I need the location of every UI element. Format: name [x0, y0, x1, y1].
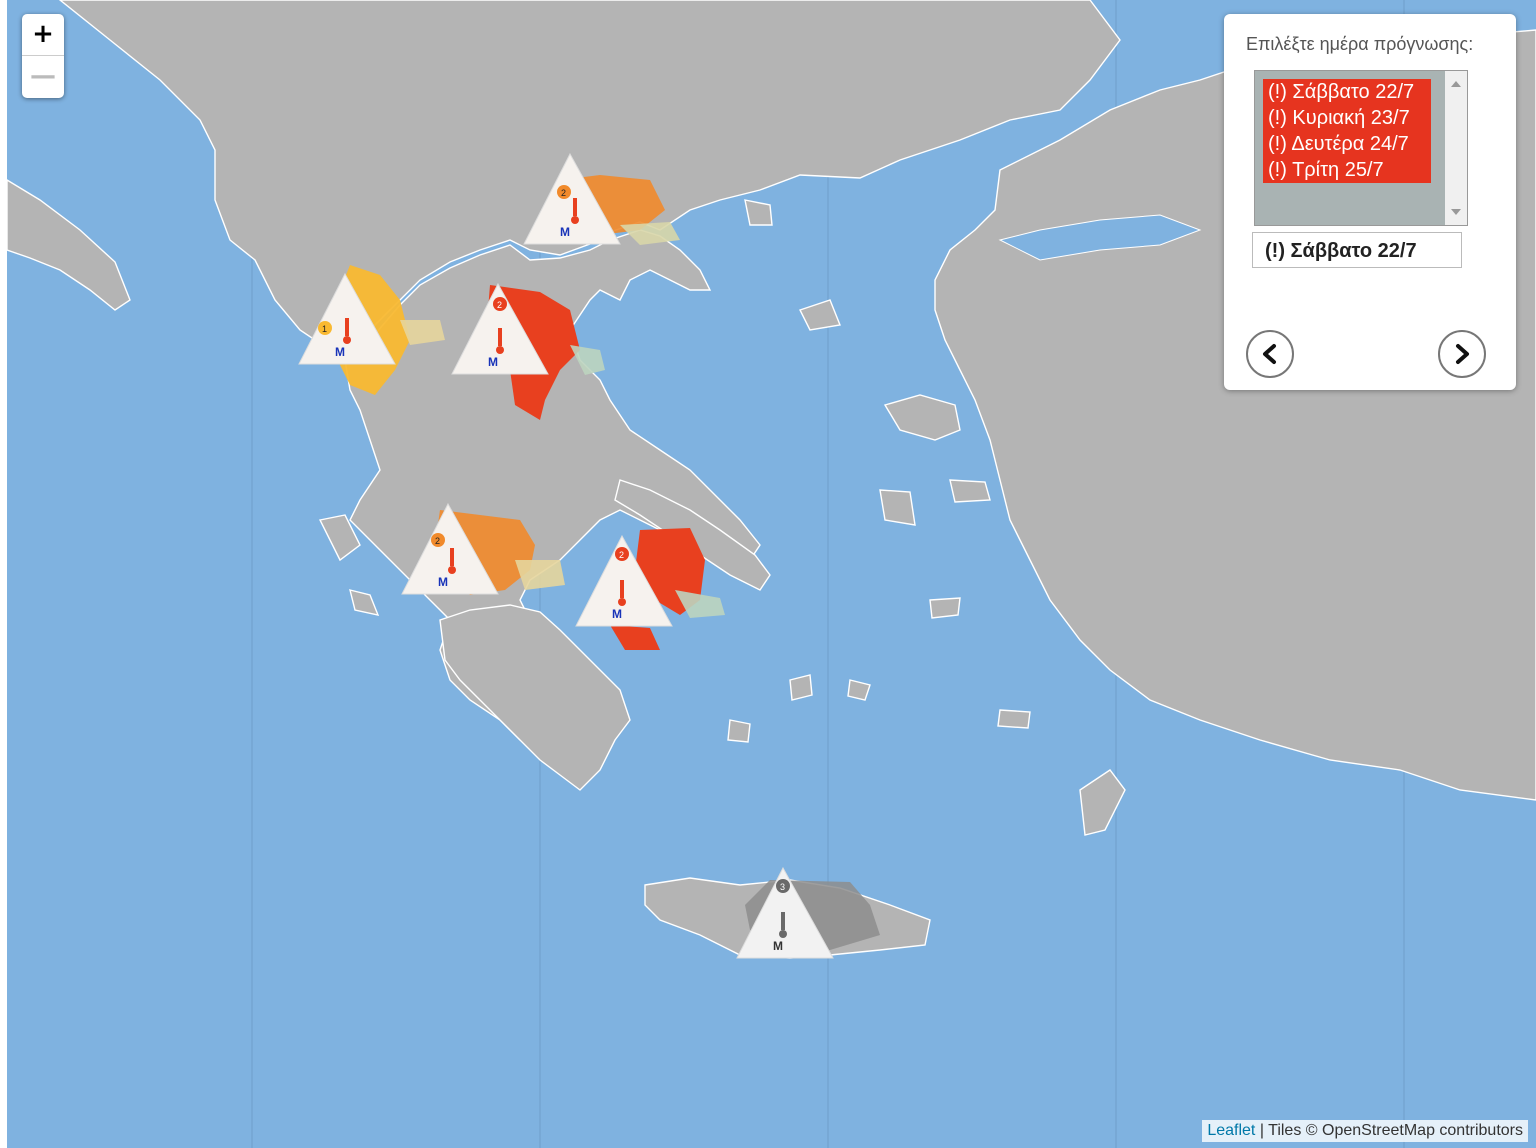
warning-marker-crete[interactable]: 3 M	[733, 864, 843, 964]
map-left-edge	[0, 0, 7, 1148]
forecast-day-panel: Επιλέξτε ημέρα πρόγνωσης: (!) Σάββατο 22…	[1224, 14, 1516, 390]
warning-marker-thessaly[interactable]: 2 M	[448, 280, 558, 380]
forecast-option[interactable]: (!) Κυριακή 23/7	[1263, 105, 1431, 131]
warning-marker-central-macedonia[interactable]: 2 M	[520, 150, 630, 250]
chevron-right-icon	[1456, 344, 1469, 364]
forecast-day-label: Επιλέξτε ημέρα πρόγνωσης:	[1246, 34, 1474, 54]
previous-day-button[interactable]	[1246, 330, 1294, 378]
warning-marker-attica[interactable]: 2 M	[572, 532, 682, 632]
svg-text:M: M	[612, 607, 622, 621]
forecast-option[interactable]: (!) Σάββατο 22/7	[1263, 79, 1431, 105]
chevron-left-icon	[1263, 344, 1276, 364]
svg-text:M: M	[438, 575, 448, 589]
forecast-option[interactable]: (!) Δευτέρα 24/7	[1263, 131, 1431, 157]
marker-level: 3	[780, 882, 785, 892]
selected-day-display: (!) Σάββατο 22/7	[1252, 232, 1462, 268]
marker-level: 2	[561, 188, 566, 198]
zoom-out-button[interactable]: —	[22, 56, 64, 97]
next-day-button[interactable]	[1438, 330, 1486, 378]
svg-text:M: M	[560, 225, 570, 239]
attribution-separator: |	[1255, 1122, 1269, 1139]
marker-level: 2	[435, 536, 440, 546]
svg-text:M: M	[773, 939, 783, 953]
forecast-day-listbox[interactable]: (!) Σάββατο 22/7 (!) Κυριακή 23/7 (!) Δε…	[1254, 70, 1468, 226]
marker-level: 1	[322, 324, 327, 334]
warning-marker-epirus[interactable]: 1 M	[295, 270, 405, 370]
svg-text:M: M	[488, 355, 498, 369]
scroll-down-icon[interactable]	[1451, 209, 1461, 215]
map-attribution: Leaflet | Tiles © OpenStreetMap contribu…	[1202, 1120, 1528, 1142]
leaflet-link[interactable]: Leaflet	[1207, 1122, 1255, 1139]
warning-marker-western-greece[interactable]: 2 M	[398, 500, 508, 600]
listbox-scrollbar[interactable]	[1445, 71, 1467, 225]
zoom-control: + —	[22, 14, 64, 98]
scroll-up-icon[interactable]	[1451, 81, 1461, 87]
svg-text:M: M	[335, 345, 345, 359]
forecast-option[interactable]: (!) Τρίτη 25/7	[1263, 157, 1431, 183]
zoom-in-button[interactable]: +	[22, 14, 64, 56]
tiles-credit: Tiles © OpenStreetMap contributors	[1268, 1122, 1523, 1139]
map-view[interactable]: 2 M 1 M 2 M 2 M 2 M 3 M + — Επιλέξτε ημέ…	[0, 0, 1536, 1148]
marker-level: 2	[497, 300, 502, 310]
marker-level: 2	[619, 550, 624, 560]
